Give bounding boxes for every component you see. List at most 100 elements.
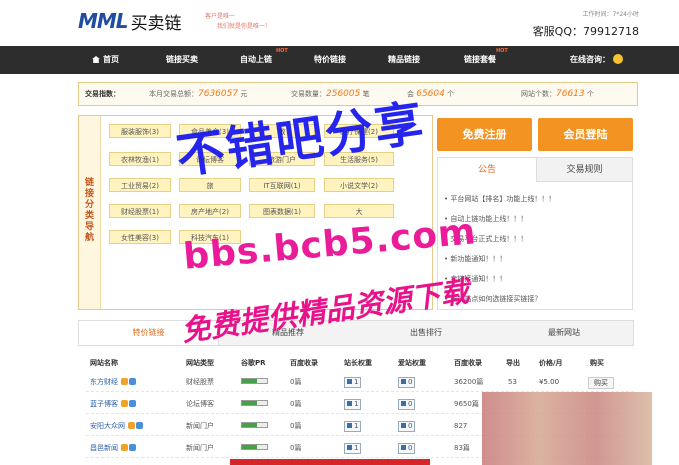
- col-aizhan-weight: 爱站权重: [398, 359, 426, 367]
- work-time: 工作时间：7*24小时: [582, 11, 639, 18]
- aizhan-weight: 0: [398, 443, 416, 454]
- index-count: 0篇: [290, 422, 302, 430]
- weight-badge: 0: [398, 377, 416, 388]
- weight-badge: 1: [344, 421, 362, 432]
- stat-month-total: 本月交易总额：7636057 元: [149, 83, 247, 105]
- site-name: 东方财经: [90, 378, 118, 386]
- pr-bar-track: [241, 444, 268, 450]
- weight-value: 0: [408, 378, 413, 386]
- site-name-link[interactable]: 昌邑新闻: [90, 443, 137, 454]
- category-button[interactable]: 房产地产(2): [179, 204, 241, 218]
- chinaz-weight: 1: [344, 421, 362, 432]
- nav-item-premium[interactable]: 精品链接: [388, 46, 420, 74]
- info-icon: [136, 422, 144, 429]
- weight-value: 1: [354, 422, 359, 430]
- logo-text: 买卖链: [130, 13, 182, 34]
- tab-sales-rank[interactable]: 出售排行: [357, 321, 495, 345]
- site-name-link[interactable]: 安阳大众网: [90, 421, 144, 432]
- col-index: 百度收录: [290, 359, 318, 367]
- site-name-link[interactable]: 东方财经: [90, 377, 137, 388]
- site-header: MML 买卖链 客户是唯一 我们就是你是唯一! 工作时间：7*24小时 客服QQ…: [0, 0, 679, 44]
- nav-item-auto-link[interactable]: 自动上链: [240, 46, 272, 74]
- category-button[interactable]: 女性美容(3): [109, 230, 171, 244]
- index-count: 0篇: [290, 378, 302, 386]
- weight-badge: 0: [398, 399, 416, 410]
- bottom-red-bar: [230, 459, 430, 465]
- stat-unit: 个: [447, 90, 455, 98]
- col-google-pr: 谷歌PR: [241, 359, 266, 367]
- nav-item-home[interactable]: 首页: [92, 46, 119, 74]
- pr-bar-fill: [242, 401, 257, 405]
- category-side-text: 链接分类导航: [85, 178, 95, 243]
- category-button[interactable]: 小说文学(2): [324, 178, 394, 192]
- info-icon: [129, 378, 137, 385]
- tab-notice[interactable]: 公告: [438, 158, 536, 182]
- site-name: 昌邑新闻: [90, 444, 118, 452]
- tab-trade-rules[interactable]: 交易规则: [536, 158, 632, 182]
- category-button[interactable]: 农林牧渔(1): [109, 152, 171, 166]
- baidu-index: 827: [454, 422, 468, 430]
- qq-penguin-icon: [613, 54, 623, 64]
- chinaz-icon: [347, 423, 352, 428]
- col-site-name: 网站名称: [90, 359, 118, 367]
- logo[interactable]: MML 买卖链: [78, 8, 182, 34]
- site-type: 论坛博客: [186, 400, 214, 408]
- aizhan-weight: 0: [398, 377, 416, 388]
- notice-text: 新功能通知！！！: [450, 255, 507, 263]
- stat-value: 7636057: [198, 89, 239, 99]
- col-outbound: 导出: [506, 359, 520, 367]
- index-count: 0篇: [290, 444, 302, 452]
- weight-badge: 0: [398, 421, 416, 432]
- notice-item[interactable]: • 平台网站【排名】功能上线！！！: [444, 194, 555, 204]
- site-type: 财经股票: [186, 378, 214, 386]
- table-row: 东方财经 财经股票 0篇 1 0 36200篇 53 ¥5.00 购买: [86, 374, 634, 392]
- category-button[interactable]: 服装服饰(3): [109, 124, 171, 138]
- stat-label: 网站个数：: [521, 90, 556, 98]
- pr-bar: [241, 421, 268, 432]
- blurred-overlay: [482, 392, 652, 465]
- notice-item[interactable]: • 新功能通知！！！: [444, 254, 506, 264]
- category-button[interactable]: 图表数据(1): [249, 204, 315, 218]
- weight-value: 1: [354, 400, 359, 408]
- category-side-label: 链接分类导航: [79, 116, 101, 309]
- pr-bar-fill: [242, 423, 257, 427]
- stats-title-text: 交易指数：: [85, 90, 120, 98]
- nav-item-consult[interactable]: 在线咨询：: [570, 46, 623, 74]
- col-chinaz-weight: 站长权重: [344, 359, 372, 367]
- table-header: 网站名称 网站类型 谷歌PR 百度收录 站长权重 爱站权重 百度收录 导出 价格…: [86, 358, 634, 370]
- weight-value: 1: [354, 444, 359, 452]
- login-button[interactable]: 会员登陆: [538, 118, 633, 151]
- price: ¥5.00: [539, 378, 560, 386]
- stat-label: 本月交易总额：: [149, 90, 198, 98]
- category-button[interactable]: IT互联网(1): [249, 178, 315, 192]
- buy-button[interactable]: 购买: [588, 377, 614, 389]
- site-name-link[interactable]: 蓝子博客: [90, 399, 137, 410]
- weight-badge: 1: [344, 399, 362, 410]
- nav-item-label: 首页: [103, 55, 119, 64]
- category-button[interactable]: 财经股票(1): [109, 204, 171, 218]
- aizhan-icon: [401, 379, 406, 384]
- pr-bar-fill: [242, 379, 257, 383]
- weight-value: 1: [354, 378, 359, 386]
- tab-latest-sites[interactable]: 最新网站: [495, 321, 633, 345]
- weight-badge: 1: [344, 443, 362, 454]
- category-button[interactable]: 大: [324, 204, 394, 218]
- col-baidu-index: 百度收录: [454, 359, 482, 367]
- slogan-line-2: 我们就是你是唯一!: [217, 23, 268, 30]
- category-button[interactable]: 工业贸易(2): [109, 178, 171, 192]
- register-button[interactable]: 免费注册: [437, 118, 532, 151]
- pr-bar-track: [241, 400, 268, 406]
- nav-item-special[interactable]: 特价链接: [314, 46, 346, 74]
- aizhan-weight: 0: [398, 421, 416, 432]
- stat-sites: 网站个数：76613 个: [521, 83, 594, 105]
- weight-badge: 1: [344, 377, 362, 388]
- nav-item-package[interactable]: 链接套餐: [464, 46, 496, 74]
- stat-unit: 个: [586, 90, 594, 98]
- chinaz-icon: [347, 445, 352, 450]
- consult-label: 在线咨询：: [570, 55, 610, 64]
- info-icon: [129, 444, 137, 451]
- customer-service-qq: 客服QQ：79912718: [532, 25, 639, 38]
- verified-icon: [128, 422, 136, 429]
- nav-item-link-trade[interactable]: 链接买卖: [166, 46, 198, 74]
- verified-icon: [121, 400, 129, 407]
